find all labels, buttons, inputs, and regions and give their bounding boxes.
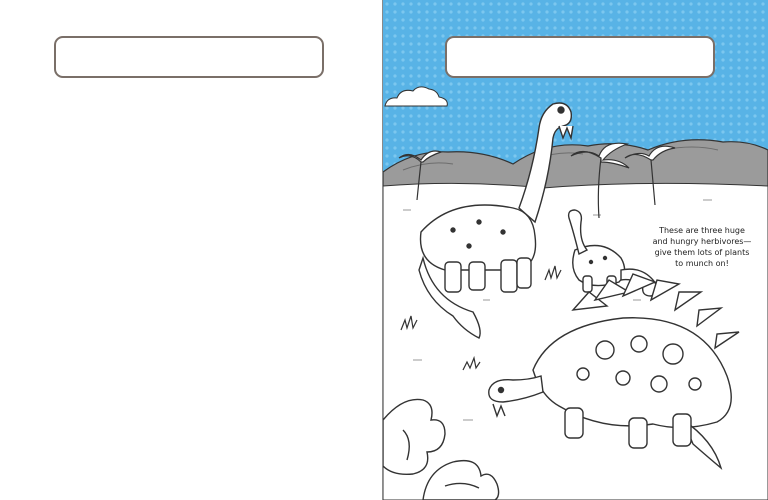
caption-line: to munch on! bbox=[675, 259, 729, 268]
caption-line: These are three huge bbox=[659, 226, 745, 235]
book-spread: These are three huge and hungry herbivor… bbox=[0, 0, 768, 500]
right-title-box bbox=[445, 36, 715, 78]
right-page: These are three huge and hungry herbivor… bbox=[383, 0, 768, 500]
left-title-box bbox=[54, 36, 324, 78]
left-page bbox=[0, 0, 383, 500]
caption-text: These are three huge and hungry herbivor… bbox=[641, 225, 763, 269]
caption-line: give them lots of plants bbox=[654, 248, 750, 257]
caption-line: and hungry herbivores— bbox=[652, 237, 752, 246]
